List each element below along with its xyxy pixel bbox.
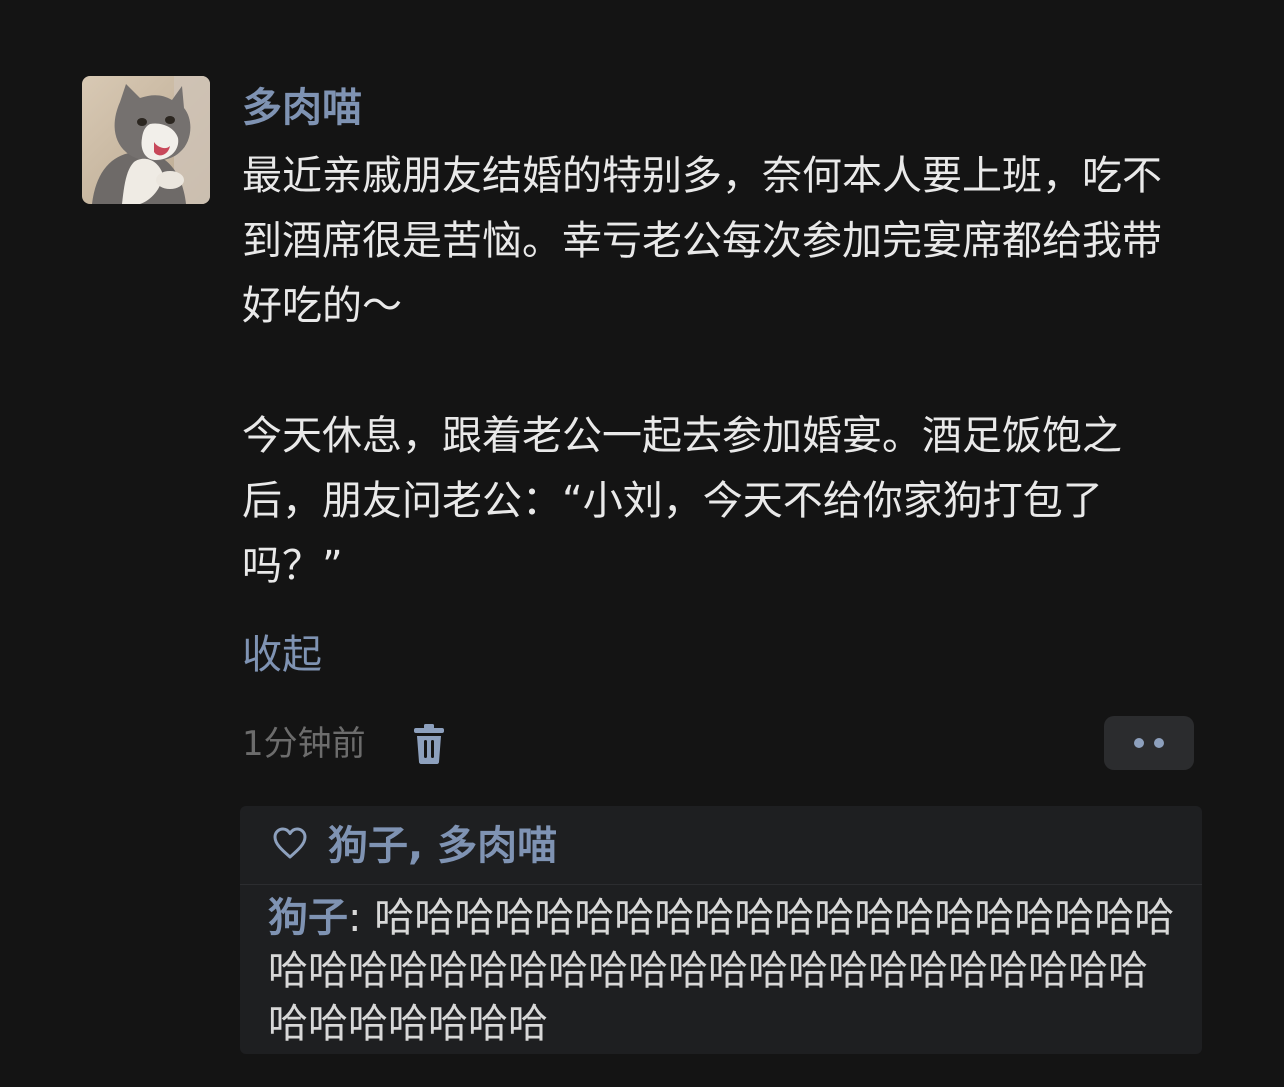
divider <box>240 884 1202 885</box>
collapse-link[interactable]: 收起 <box>242 625 322 685</box>
comment-author[interactable]: 狗子 <box>268 895 348 941</box>
comment-separator: : <box>348 895 375 941</box>
more-dots-icon <box>1134 738 1144 748</box>
avatar[interactable] <box>82 76 210 204</box>
post-timestamp: 1分钟前 <box>242 724 366 764</box>
post-text: 最近亲戚朋友结婚的特别多，奈何本人要上班，吃不到酒席很是苦恼。幸亏老公每次参加完… <box>242 153 1162 589</box>
trash-icon[interactable] <box>412 724 446 764</box>
post-author-name[interactable]: 多肉喵 <box>242 80 1202 136</box>
post-meta-row: 1分钟前 <box>242 716 1194 772</box>
heart-outline-icon <box>272 826 308 860</box>
comment-text: 哈哈哈哈哈哈哈哈哈哈哈哈哈哈哈哈哈哈哈哈哈哈哈哈哈哈哈哈哈哈哈哈哈哈哈哈哈哈哈哈… <box>268 895 1175 1047</box>
post-content: 多肉喵 最近亲戚朋友结婚的特别多，奈何本人要上班，吃不到酒席很是苦恼。幸亏老公每… <box>242 80 1202 685</box>
cat-avatar-image <box>82 76 210 204</box>
more-options-button[interactable] <box>1104 716 1194 770</box>
more-dots-icon <box>1154 738 1164 748</box>
likes-row: 狗子, 多肉喵 <box>240 806 1202 882</box>
likers-list[interactable]: 狗子, 多肉喵 <box>328 818 557 874</box>
likes-comments-panel: 狗子, 多肉喵 狗子: 哈哈哈哈哈哈哈哈哈哈哈哈哈哈哈哈哈哈哈哈哈哈哈哈哈哈哈哈… <box>240 806 1202 1054</box>
comment[interactable]: 狗子: 哈哈哈哈哈哈哈哈哈哈哈哈哈哈哈哈哈哈哈哈哈哈哈哈哈哈哈哈哈哈哈哈哈哈哈哈… <box>268 892 1178 1051</box>
